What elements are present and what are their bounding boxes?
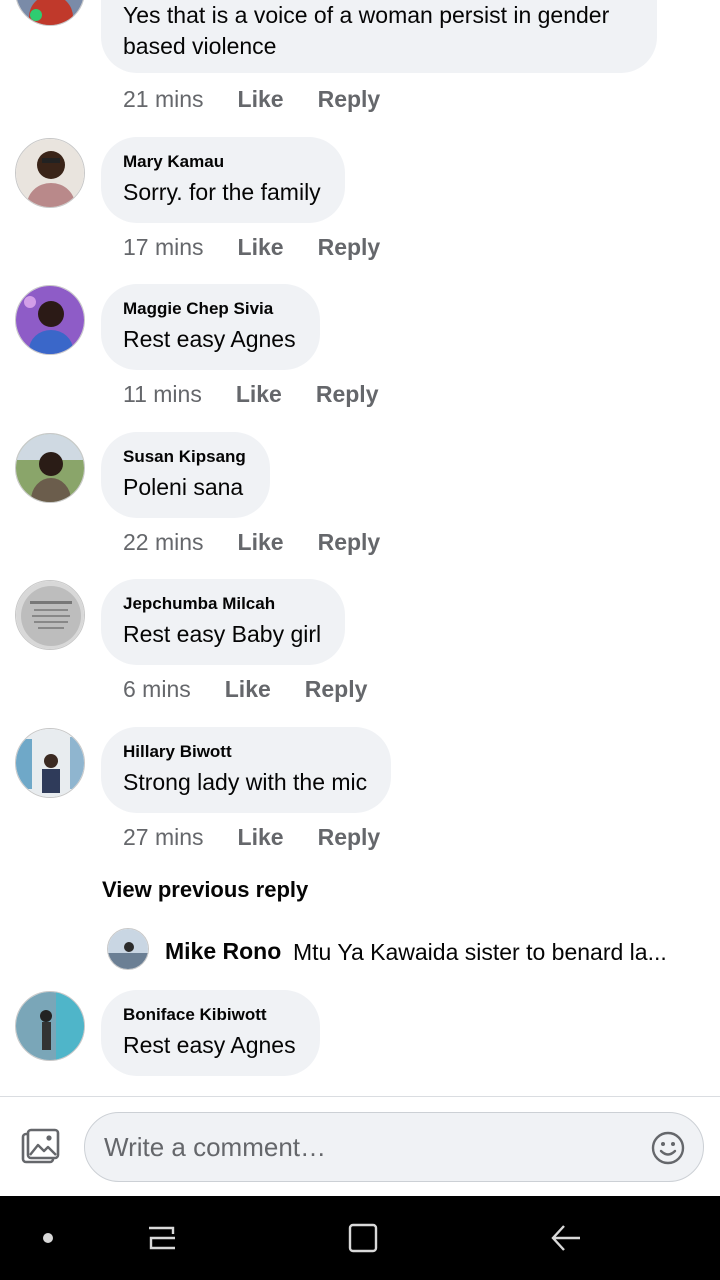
reply-button[interactable]: Reply <box>305 676 368 703</box>
comment-author[interactable]: Mary Kamau <box>123 151 321 173</box>
reply-button[interactable]: Reply <box>318 234 381 261</box>
like-button[interactable]: Like <box>236 381 282 408</box>
reply-preview[interactable]: Mike Rono Mtu Ya Kawaida sister to benar… <box>107 928 707 972</box>
comment-text: Strong lady with the mic <box>123 769 368 795</box>
comment-text: Yes that is a voice of a woman persist i… <box>123 2 610 28</box>
comment-author[interactable]: Boniface Kibiwott <box>123 1004 296 1026</box>
comment-text: Sorry. for the family <box>123 179 321 205</box>
avatar[interactable] <box>15 138 85 208</box>
comment-meta: 11 mins Like Reply <box>123 381 379 408</box>
like-button[interactable]: Like <box>238 529 284 556</box>
like-button[interactable]: Like <box>238 824 284 851</box>
comment-text: Rest easy Agnes <box>123 1032 296 1058</box>
avatar[interactable] <box>15 991 85 1061</box>
comment-time: 21 mins <box>123 86 204 112</box>
reply-button[interactable]: Reply <box>316 381 379 408</box>
comment-bubble[interactable]: Hillary Biwott Strong lady with the mic <box>101 727 392 813</box>
reply-author[interactable]: Mike Rono <box>165 938 281 965</box>
avatar[interactable] <box>15 728 85 798</box>
comment-meta: 17 mins Like Reply <box>123 234 380 261</box>
reply-button[interactable]: Reply <box>318 824 381 851</box>
avatar[interactable] <box>15 0 85 26</box>
comments-feed[interactable]: Yes that is a voice of a woman persist i… <box>0 0 720 1096</box>
comment-input[interactable]: Write a comment… <box>84 1112 704 1182</box>
comment-author[interactable]: Susan Kipsang <box>123 446 246 468</box>
photo-icon[interactable] <box>20 1127 60 1167</box>
comment-input-placeholder: Write a comment… <box>104 1132 327 1162</box>
comment-meta: 6 mins Like Reply <box>123 676 367 703</box>
comment-author[interactable]: Jepchumba Milcah <box>123 593 321 615</box>
comment-bubble[interactable]: Mary Kamau Sorry. for the family <box>101 137 345 223</box>
comment-bubble[interactable]: Jepchumba Milcah Rest easy Baby girl <box>101 579 346 665</box>
like-button[interactable]: Like <box>238 234 284 261</box>
comment-time: 17 mins <box>123 234 204 260</box>
comment-time: 22 mins <box>123 529 204 555</box>
comment-author[interactable]: Maggie Chep Sivia <box>123 298 296 320</box>
avatar[interactable] <box>15 433 85 503</box>
avatar[interactable] <box>15 285 85 355</box>
comment-text: Rest easy Agnes <box>123 326 296 352</box>
reply-button[interactable]: Reply <box>318 529 381 556</box>
system-navigation-bar <box>0 1196 720 1280</box>
comment-meta: 21 mins Like Reply <box>123 86 380 113</box>
comment-bubble[interactable]: Boniface Kibiwott Rest easy Agnes <box>101 990 320 1076</box>
comment-text: Poleni sana <box>123 474 244 500</box>
comment-bubble[interactable]: Susan Kipsang Poleni sana <box>101 432 270 518</box>
comment-composer: Write a comment… <box>0 1096 720 1196</box>
comment-time: 27 mins <box>123 824 204 850</box>
comment-time: 11 mins <box>123 381 202 407</box>
comment-bubble[interactable]: Maggie Chep Sivia Rest easy Agnes <box>101 284 320 370</box>
avatar[interactable] <box>15 580 85 650</box>
view-previous-reply-link[interactable]: View previous reply <box>102 877 308 903</box>
like-button[interactable]: Like <box>238 86 284 113</box>
reply-text: Mtu Ya Kawaida sister to benard la... <box>293 939 667 965</box>
comment-time: 6 mins <box>123 676 191 702</box>
comment-text: Rest easy Baby girl <box>123 621 322 647</box>
smiley-icon[interactable] <box>651 1131 685 1165</box>
back-icon[interactable] <box>550 1222 582 1254</box>
like-button[interactable]: Like <box>225 676 271 703</box>
comment-bubble[interactable]: Yes that is a voice of a woman persist i… <box>101 0 657 73</box>
reply-button[interactable]: Reply <box>318 86 381 113</box>
comment-meta: 22 mins Like Reply <box>123 529 380 556</box>
home-icon[interactable] <box>347 1222 379 1254</box>
comment-meta: 27 mins Like Reply <box>123 824 380 851</box>
comment-text-continued: based violence <box>123 33 277 59</box>
avatar[interactable] <box>107 928 149 970</box>
nav-dot-icon[interactable] <box>43 1233 53 1243</box>
recent-apps-icon[interactable] <box>146 1222 178 1254</box>
comment-author[interactable]: Hillary Biwott <box>123 741 367 763</box>
